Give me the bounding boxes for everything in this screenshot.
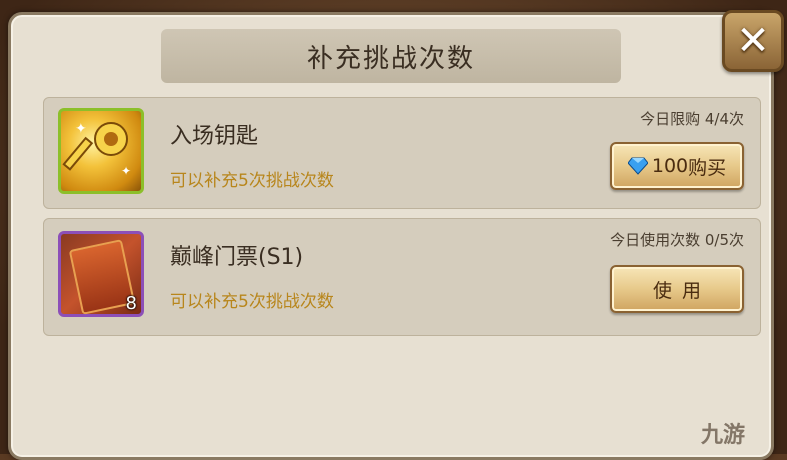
buy-price: 100 [651,155,689,177]
svg-text:✦: ✦ [75,121,87,137]
close-icon: ✕ [736,18,770,64]
usage-limit-text: 今日使用次数 0/5次 [610,231,744,249]
item-description: 可以补充5次挑战次数 [170,292,334,312]
item-row-ticket: 8 巅峰门票(S1) 可以补充5次挑战次数 今日使用次数 0/5次 使用 [43,218,761,336]
buy-label: 购买 [688,156,727,179]
diamond-gem-icon [627,157,648,175]
golden-key-icon: ✦ ✦ [58,108,144,194]
item-description: 可以补充5次挑战次数 [170,171,334,191]
ticket-card-icon: 8 [58,231,144,317]
item-count: 8 [125,293,137,314]
dialog-title: 补充挑战次数 [306,43,475,74]
title-bar: 补充挑战次数 [161,29,621,83]
dialog-panel: 补充挑战次数 ✦ ✦ 入场钥匙 可以补充5次挑战次数 今日限购 4/4次 100 [8,12,774,460]
watermark-logo: 九游 [700,423,745,448]
use-button[interactable]: 使用 [610,265,744,313]
item-name: 巅峰门票(S1) [170,245,304,270]
item-name: 入场钥匙 [170,124,259,149]
purchase-limit-text: 今日限购 4/4次 [640,110,744,128]
buy-button[interactable]: 100 购买 [610,142,744,190]
item-row-key: ✦ ✦ 入场钥匙 可以补充5次挑战次数 今日限购 4/4次 100 购买 [43,97,761,209]
svg-text:✦: ✦ [121,164,131,178]
close-button[interactable]: ✕ [722,10,784,72]
